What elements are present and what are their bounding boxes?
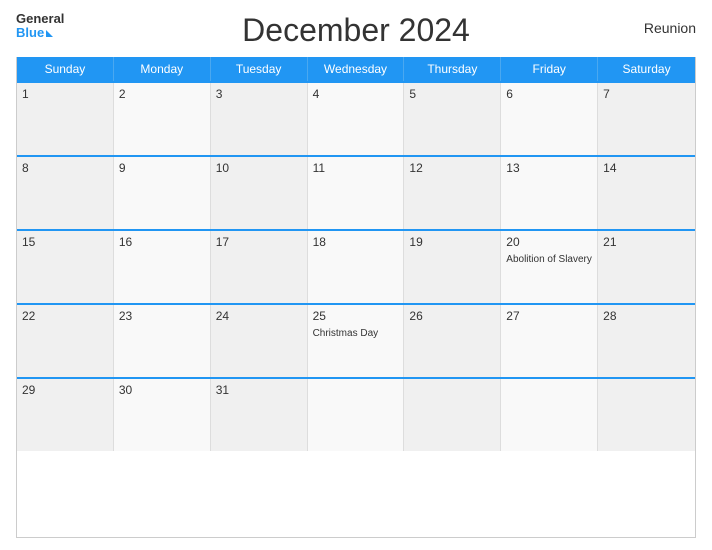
day-number: 17	[216, 235, 302, 249]
header-tuesday: Tuesday	[211, 57, 308, 81]
day-number: 31	[216, 383, 302, 397]
day-cell: 30	[114, 379, 211, 451]
day-cell: 19	[404, 231, 501, 303]
header-sunday: Sunday	[17, 57, 114, 81]
day-cell: 25 Christmas Day	[308, 305, 405, 377]
day-number: 2	[119, 87, 205, 101]
day-cell: 16	[114, 231, 211, 303]
day-number: 10	[216, 161, 302, 175]
day-cell: 2	[114, 83, 211, 155]
day-cell-empty	[308, 379, 405, 451]
day-cell: 1	[17, 83, 114, 155]
day-number: 27	[506, 309, 592, 323]
week-row: 29 30 31	[17, 377, 695, 451]
day-cell: 31	[211, 379, 308, 451]
day-cell: 21	[598, 231, 695, 303]
day-number: 18	[313, 235, 399, 249]
day-cell: 9	[114, 157, 211, 229]
day-number: 9	[119, 161, 205, 175]
day-cell: 23	[114, 305, 211, 377]
day-number: 1	[22, 87, 108, 101]
day-cell: 18	[308, 231, 405, 303]
region-label: Reunion	[644, 20, 696, 36]
day-cell: 5	[404, 83, 501, 155]
week-row: 1 2 3 4 5 6 7	[17, 81, 695, 155]
day-cell: 20 Abolition of Slavery	[501, 231, 598, 303]
day-number: 19	[409, 235, 495, 249]
calendar-grid: Sunday Monday Tuesday Wednesday Thursday…	[16, 57, 696, 538]
day-number: 29	[22, 383, 108, 397]
day-cell-empty	[501, 379, 598, 451]
day-number: 21	[603, 235, 690, 249]
day-cell: 10	[211, 157, 308, 229]
day-headers-row: Sunday Monday Tuesday Wednesday Thursday…	[17, 57, 695, 81]
day-cell: 11	[308, 157, 405, 229]
day-number: 14	[603, 161, 690, 175]
day-cell: 4	[308, 83, 405, 155]
calendar-weeks: 1 2 3 4 5 6 7 8 9 10 11 12 13 14 15 16	[17, 81, 695, 451]
day-number: 24	[216, 309, 302, 323]
day-number: 13	[506, 161, 592, 175]
day-cell: 27	[501, 305, 598, 377]
day-cell: 29	[17, 379, 114, 451]
day-cell: 26	[404, 305, 501, 377]
day-cell: 28	[598, 305, 695, 377]
day-number: 11	[313, 161, 399, 175]
week-row: 15 16 17 18 19 20 Abolition of Slavery 2…	[17, 229, 695, 303]
day-number: 28	[603, 309, 690, 323]
day-number: 30	[119, 383, 205, 397]
day-cell: 12	[404, 157, 501, 229]
day-cell: 22	[17, 305, 114, 377]
holiday-label: Abolition of Slavery	[506, 254, 592, 265]
day-number: 8	[22, 161, 108, 175]
day-cell: 8	[17, 157, 114, 229]
day-cell: 15	[17, 231, 114, 303]
day-number: 20	[506, 235, 592, 249]
day-cell: 7	[598, 83, 695, 155]
day-cell: 24	[211, 305, 308, 377]
day-cell-empty	[598, 379, 695, 451]
day-number: 23	[119, 309, 205, 323]
header-friday: Friday	[501, 57, 598, 81]
header-wednesday: Wednesday	[308, 57, 405, 81]
generalblue-logo: General Blue	[16, 12, 64, 41]
day-cell-empty	[404, 379, 501, 451]
day-number: 12	[409, 161, 495, 175]
day-number: 22	[22, 309, 108, 323]
logo-blue-text: Blue	[16, 26, 53, 40]
week-row: 22 23 24 25 Christmas Day 26 27 28	[17, 303, 695, 377]
day-cell: 17	[211, 231, 308, 303]
day-number: 15	[22, 235, 108, 249]
day-number: 25	[313, 309, 399, 323]
day-number: 26	[409, 309, 495, 323]
logo-triangle-icon	[46, 30, 53, 37]
day-cell: 6	[501, 83, 598, 155]
logo-general-text: General	[16, 12, 64, 26]
week-row: 8 9 10 11 12 13 14	[17, 155, 695, 229]
calendar-page: General Blue December 2024 Reunion Sunda…	[0, 0, 712, 550]
day-number: 4	[313, 87, 399, 101]
header-saturday: Saturday	[598, 57, 695, 81]
page-title: December 2024	[242, 12, 470, 49]
day-cell: 13	[501, 157, 598, 229]
day-number: 6	[506, 87, 592, 101]
day-number: 5	[409, 87, 495, 101]
day-number: 3	[216, 87, 302, 101]
calendar-header: General Blue December 2024 Reunion	[16, 12, 696, 49]
day-number: 7	[603, 87, 690, 101]
header-monday: Monday	[114, 57, 211, 81]
day-cell: 3	[211, 83, 308, 155]
holiday-label: Christmas Day	[313, 328, 379, 339]
day-number: 16	[119, 235, 205, 249]
day-cell: 14	[598, 157, 695, 229]
header-thursday: Thursday	[404, 57, 501, 81]
